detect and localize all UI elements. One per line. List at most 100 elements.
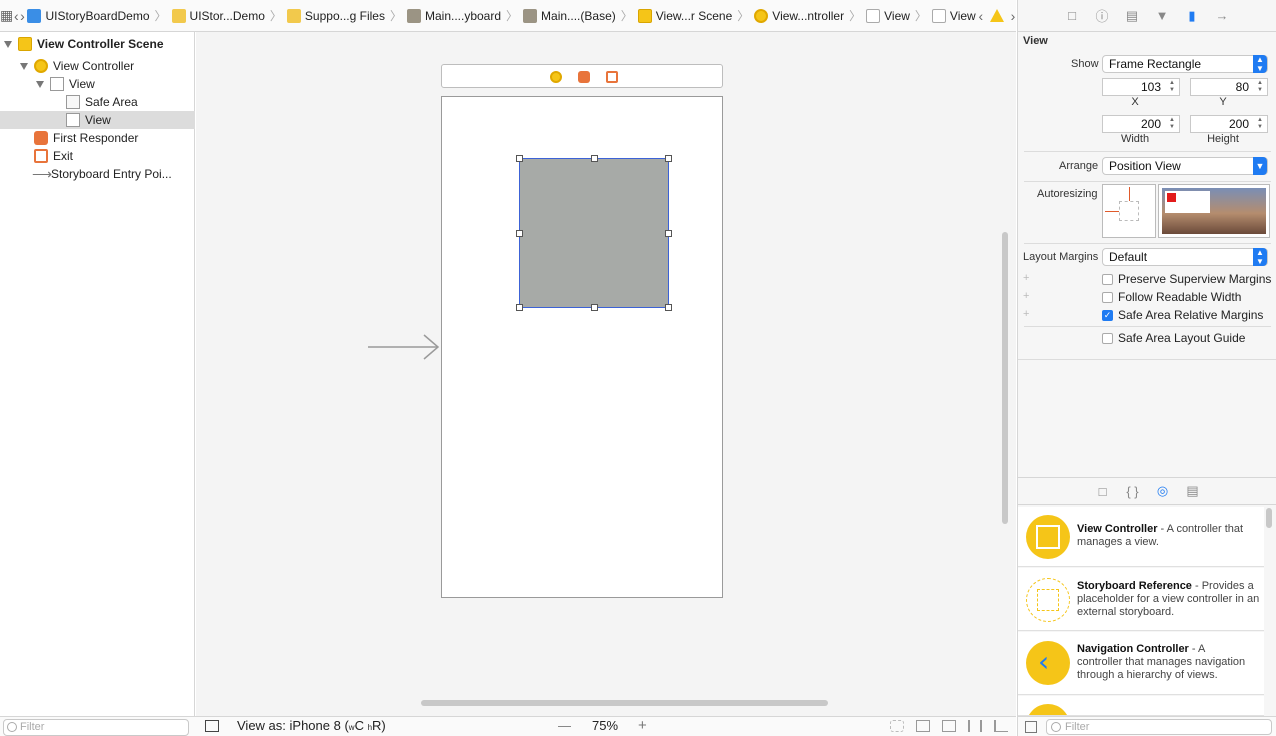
safe-area-relative-margins-checkbox[interactable]: ✓ — [1102, 310, 1113, 321]
selected-view[interactable] — [516, 155, 672, 311]
outline-item-entry-point[interactable]: ⟶ Storyboard Entry Poi... — [0, 165, 195, 183]
crumb-label: Suppo...g Files — [304, 8, 385, 23]
outline-filter-input[interactable]: Filter — [3, 719, 189, 736]
disclosure-triangle-icon[interactable] — [36, 80, 44, 88]
resize-handle[interactable] — [516, 230, 523, 237]
outline-item-safe-area[interactable]: Safe Area — [0, 93, 195, 111]
resize-handle[interactable] — [591, 155, 598, 162]
safe-area-icon — [66, 95, 80, 109]
exit-icon[interactable] — [606, 71, 618, 83]
code-snippet-icon[interactable]: { } — [1122, 480, 1144, 502]
left-strut-icon[interactable] — [1105, 211, 1119, 212]
view-controller-scene[interactable] — [441, 96, 723, 598]
layout-margins-popup[interactable]: Default ▲ ▼ — [1102, 248, 1268, 266]
stepper-icon[interactable]: ▲ ▼ — [1255, 117, 1265, 131]
outline-item-exit[interactable]: Exit — [0, 147, 195, 165]
crumb-storyboard[interactable]: Main....yboard — [405, 8, 503, 23]
preview-superview — [1165, 191, 1210, 213]
library-scrollbar[interactable] — [1266, 508, 1272, 528]
quick-help-icon[interactable]: ⓘ — [1091, 5, 1113, 27]
follow-readable-width-checkbox[interactable] — [1102, 292, 1113, 303]
x-field[interactable]: 103 ▲ ▼ — [1102, 78, 1180, 96]
outline-item-view[interactable]: View — [0, 75, 195, 93]
library-item-storyboard-reference[interactable]: Storyboard Reference - Provides a placeho… — [1018, 568, 1264, 631]
storyboard-canvas[interactable] — [196, 32, 1016, 716]
arrow-right-icon: ⟶ — [32, 165, 53, 182]
library-item-partial[interactable] — [1018, 696, 1264, 716]
add-constraints-icon[interactable] — [968, 720, 982, 732]
crumb-scene[interactable]: View...r Scene — [636, 8, 735, 23]
align-icon[interactable] — [942, 720, 956, 732]
outline-item-subview[interactable]: View — [0, 111, 195, 129]
disclosure-triangle-icon[interactable] — [4, 40, 12, 48]
first-responder-icon[interactable] — [578, 71, 590, 83]
autoresizing-preview — [1158, 184, 1270, 238]
scene-dock[interactable] — [441, 64, 723, 88]
grid-view-icon[interactable] — [1025, 721, 1037, 733]
related-items-icon[interactable]: ▦ — [0, 5, 13, 27]
stepper-icon[interactable]: ▲ ▼ — [1167, 80, 1177, 94]
outline-item-first-responder[interactable]: First Responder — [0, 129, 195, 147]
show-popup[interactable]: Frame Rectangle ▲ ▼ — [1102, 55, 1268, 73]
size-inspector-icon[interactable]: ▮ — [1181, 5, 1203, 27]
outline-item-view-controller[interactable]: View Controller — [0, 57, 195, 75]
resize-handle[interactable] — [516, 304, 523, 311]
crumb-project[interactable]: UIStoryBoardDemo — [25, 8, 151, 23]
resolve-auto-layout-icon[interactable] — [994, 720, 1008, 732]
media-library-icon[interactable]: ▤ — [1182, 480, 1204, 502]
library-item-view-controller[interactable]: View Controller - A controller that manag… — [1018, 507, 1264, 567]
identity-inspector-icon[interactable]: ▤ — [1121, 5, 1143, 27]
preserve-superview-margins-checkbox[interactable] — [1102, 274, 1113, 285]
resize-handle[interactable] — [665, 155, 672, 162]
toggle-outline-icon[interactable] — [205, 720, 219, 732]
disclosure-triangle-icon[interactable] — [20, 62, 28, 70]
plus-icon[interactable]: + — [1023, 290, 1029, 302]
divider — [1018, 359, 1276, 360]
file-template-icon[interactable]: □ — [1092, 480, 1114, 502]
view-as-device-button[interactable]: View as: iPhone 8 (wC hR) — [237, 718, 386, 733]
horizontal-scrollbar[interactable] — [421, 700, 828, 706]
embed-in-stack-icon[interactable] — [916, 720, 930, 732]
arrange-popup[interactable]: Position View ▼ — [1102, 157, 1268, 175]
chevron-right-icon: 〉 — [269, 9, 282, 23]
resize-handle[interactable] — [591, 304, 598, 311]
y-field[interactable]: 80 ▲ ▼ — [1190, 78, 1268, 96]
update-frames-icon[interactable] — [890, 720, 904, 732]
zoom-in-button[interactable]: + — [638, 717, 647, 734]
warning-icon[interactable] — [989, 9, 1004, 22]
resize-handle[interactable] — [665, 230, 672, 237]
library-filter-input[interactable]: Filter — [1046, 719, 1272, 735]
folder-icon — [171, 8, 186, 23]
object-library-icon[interactable]: ◎ — [1152, 480, 1174, 502]
crumb-storyboard-base[interactable]: Main....(Base) — [521, 8, 618, 23]
library-item-navigation-controller[interactable]: ‹ Navigation Controller - Acontroller th… — [1018, 632, 1264, 695]
plus-icon[interactable]: + — [1023, 272, 1029, 284]
chevron-right-icon: 〉 — [154, 9, 167, 23]
previous-issue-button[interactable]: ‹ — [978, 5, 984, 27]
crumb-group[interactable]: UIStor...Demo — [170, 8, 267, 23]
view-controller-icon[interactable] — [550, 71, 562, 83]
plus-icon[interactable]: + — [1023, 308, 1029, 320]
resize-handle[interactable] — [665, 304, 672, 311]
stepper-icon[interactable]: ▲ ▼ — [1255, 80, 1265, 94]
file-inspector-icon[interactable]: □ — [1061, 5, 1083, 27]
vertical-scrollbar[interactable] — [1002, 232, 1008, 524]
resize-handle[interactable] — [516, 155, 523, 162]
crumb-view[interactable]: View — [864, 8, 912, 23]
view-controller-icon — [754, 8, 769, 23]
crumb-view-selected[interactable]: View — [930, 8, 978, 23]
stepper-icon[interactable]: ▲ ▼ — [1167, 117, 1177, 131]
top-strut-icon[interactable] — [1129, 187, 1130, 201]
crumb-supporting-files[interactable]: Suppo...g Files — [285, 8, 387, 23]
safe-area-layout-guide-checkbox[interactable] — [1102, 333, 1113, 344]
crumb-view-controller[interactable]: View...ntroller — [752, 8, 846, 23]
autoresizing-control[interactable] — [1102, 184, 1156, 238]
next-issue-button[interactable]: › — [1010, 5, 1016, 27]
width-field[interactable]: 200 ▲ ▼ — [1102, 115, 1180, 133]
attributes-inspector-icon[interactable]: ▼ — [1151, 5, 1173, 27]
zoom-out-button[interactable]: — — [558, 718, 571, 733]
height-field[interactable]: 200 ▲ ▼ — [1190, 115, 1268, 133]
storyboard-entry-arrow-icon[interactable] — [368, 332, 440, 362]
outline-item-scene[interactable]: View Controller Scene — [0, 35, 195, 53]
connections-inspector-icon[interactable]: → — [1211, 5, 1233, 27]
